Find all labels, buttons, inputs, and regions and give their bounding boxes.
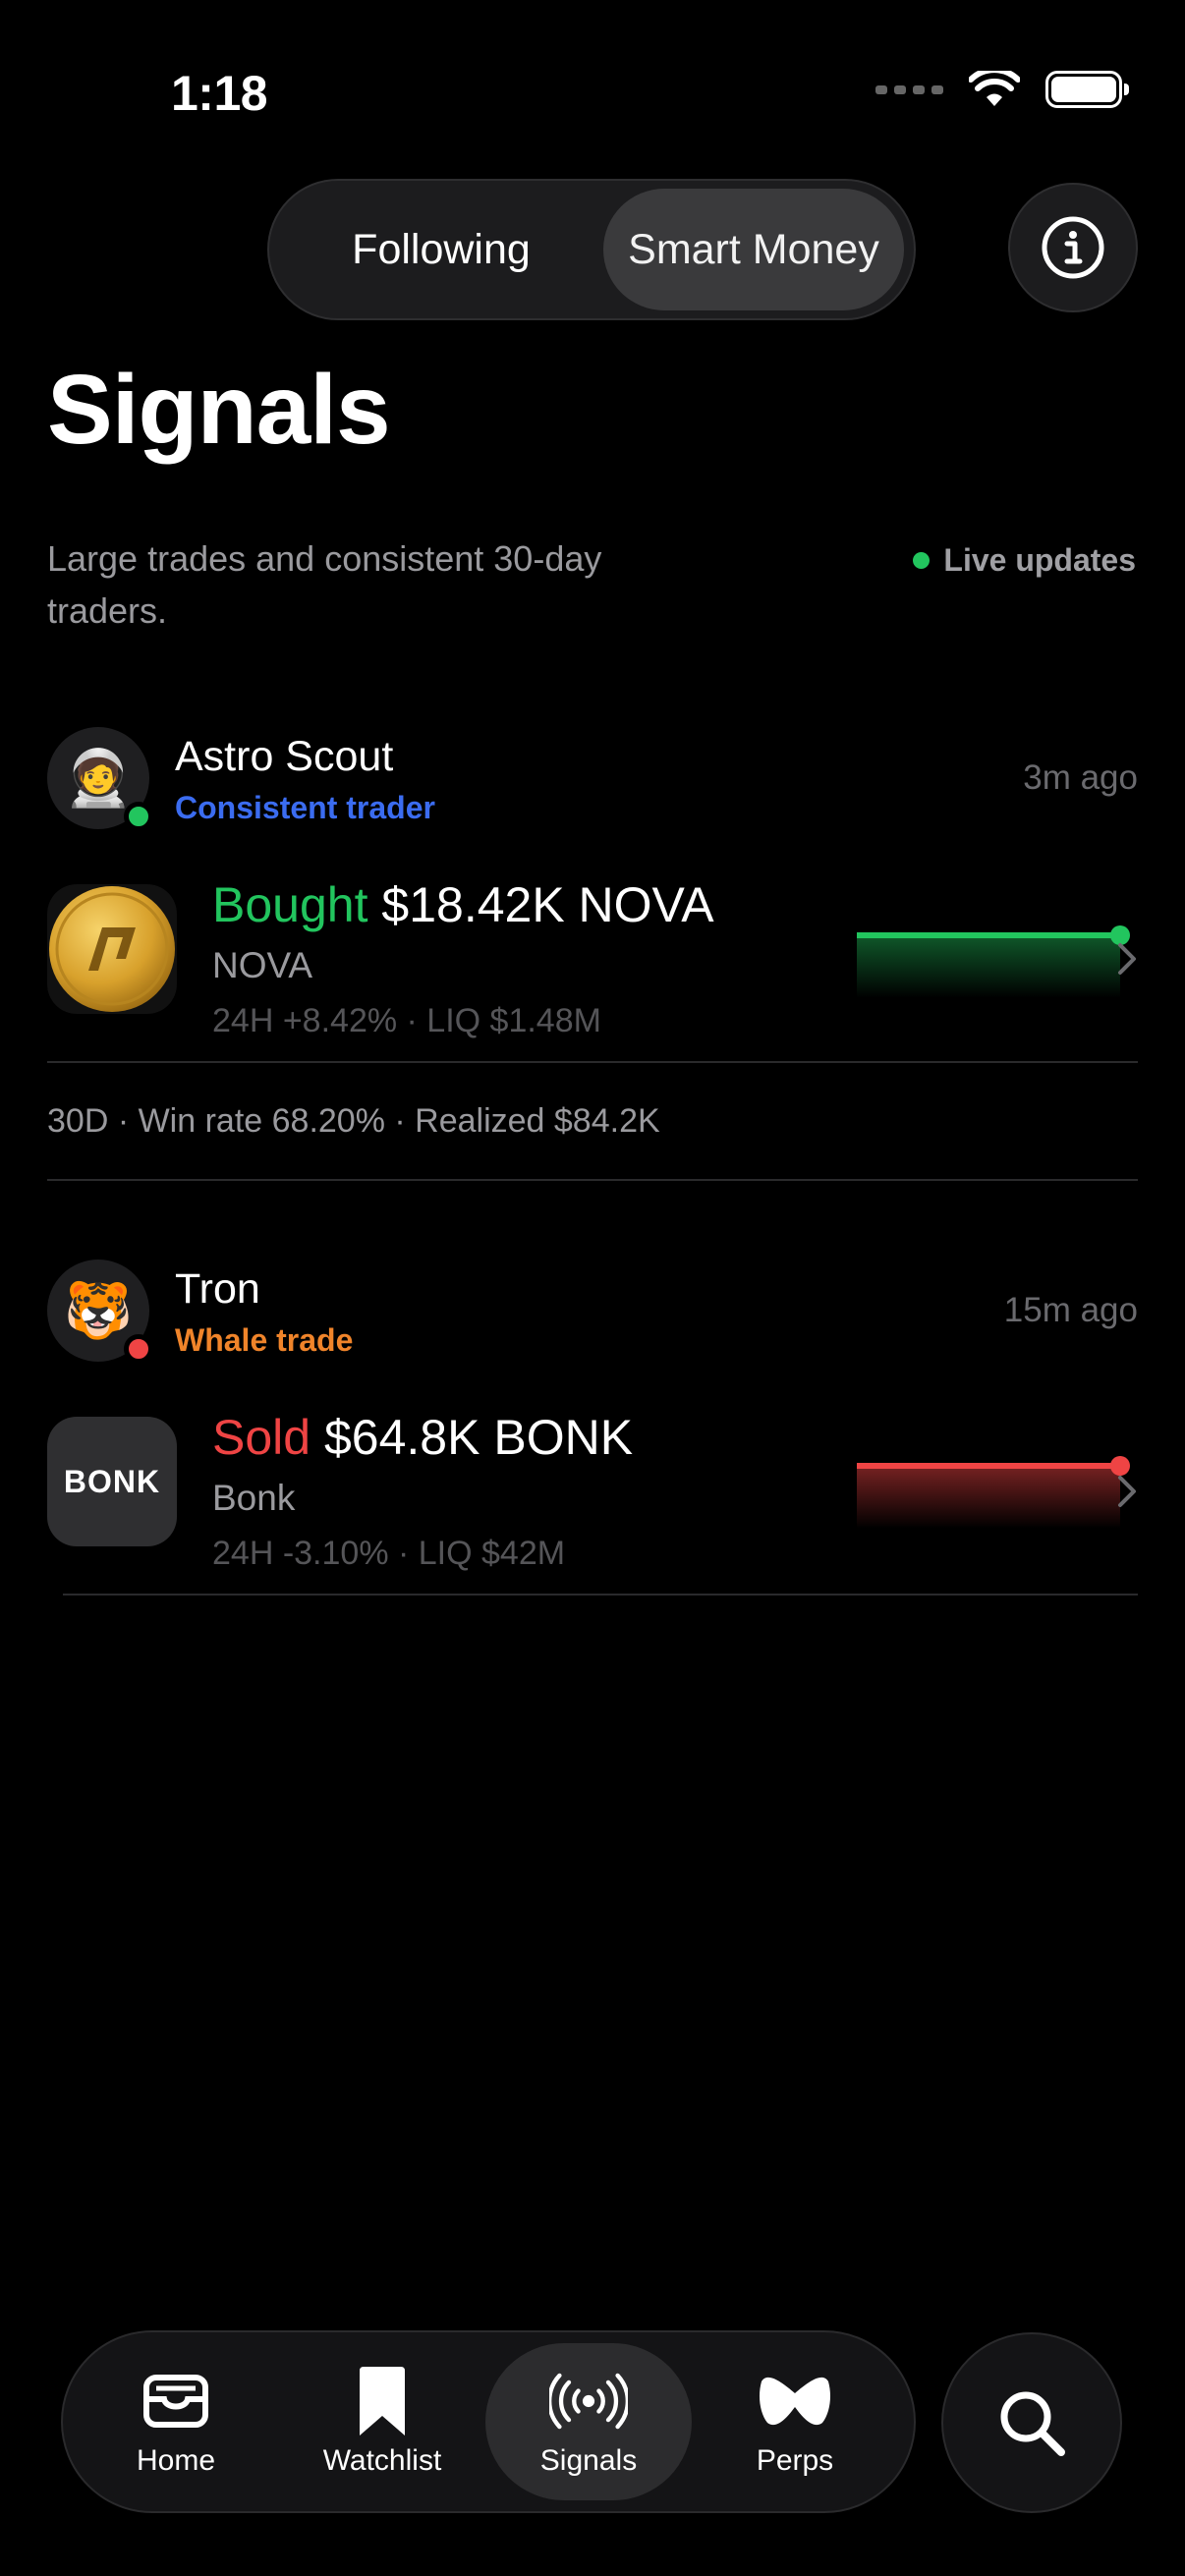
cellular-icon [875, 84, 943, 94]
search-icon [1000, 2391, 1065, 2456]
tab-bar: Home Watchlist Signals Perps [61, 2330, 916, 2513]
chevron-right-icon [1118, 943, 1136, 975]
token-name: NOVA [212, 945, 313, 985]
trade-row[interactable]: BONK Sold $64.8K BONK Bonk 24H -3.10% · … [47, 1368, 1138, 1594]
wifi-icon [969, 71, 1020, 106]
trader-avatar-emoji: 🐯 [64, 1279, 133, 1341]
signal-card: 🧑‍🚀 Astro Scout Consistent trader 3m ago [47, 727, 1138, 1181]
trader-row[interactable]: 🧑‍🚀 Astro Scout Consistent trader 3m ago [47, 727, 1138, 835]
search-button[interactable] [941, 2332, 1122, 2513]
trader-avatar-emoji: 🧑‍🚀 [64, 747, 133, 809]
bookmark-icon [360, 2367, 405, 2436]
nova-token-logo-icon [47, 884, 177, 1014]
tab-home[interactable]: Home [73, 2343, 279, 2500]
token-name: Bonk [212, 1478, 296, 1518]
status-icons [875, 71, 1129, 108]
tab-signals[interactable]: Signals [485, 2343, 692, 2500]
feed-segmented-control: Following Smart Money [267, 179, 916, 320]
trade-summary: Sold $64.8K BONK [212, 1409, 633, 1466]
trader-tag: Whale trade [175, 1322, 354, 1358]
trade-action: Sold [212, 1410, 311, 1465]
chevron-right-icon [1118, 1476, 1136, 1507]
avatar: 🐯 [47, 1260, 153, 1364]
token-stats: 24H -3.10% · LIQ $42M [212, 1535, 566, 1572]
tab-label: Watchlist [322, 2444, 442, 2477]
page-subtitle: Large trades and consistent 30-day trade… [47, 538, 602, 631]
trade-amount: $64.8K BONK [323, 1410, 634, 1465]
page-title: Signals [47, 355, 391, 465]
inbox-icon [143, 2375, 208, 2428]
live-updates-indicator: Live updates [913, 542, 1136, 579]
trader-status-badge [124, 1334, 153, 1364]
trader-name: Tron [175, 1265, 260, 1313]
trade-row[interactable]: Bought $18.42K NOVA NOVA 24H +8.42% · LI… [47, 835, 1138, 1061]
trader-row[interactable]: 🐯 Tron Whale trade 15m ago [47, 1260, 1138, 1368]
trade-amount: $18.42K NOVA [381, 877, 714, 932]
time-ago: 15m ago [1003, 1291, 1138, 1329]
tab-label: Home [136, 2444, 216, 2477]
battery-icon [1045, 71, 1129, 108]
tab-perps[interactable]: Perps [692, 2343, 898, 2500]
trade-summary: Bought $18.42K NOVA [212, 876, 714, 933]
segment-following[interactable]: Following [279, 189, 603, 310]
perps-icon [760, 2377, 830, 2426]
info-button[interactable] [1008, 183, 1138, 312]
segment-smart-money[interactable]: Smart Money [603, 189, 904, 310]
trader-tag: Consistent trader [175, 790, 435, 825]
trader-performance: 30D · Win rate 68.20% · Realized $84.2K [47, 1101, 660, 1140]
divider [47, 1179, 1138, 1181]
trader-status-badge [124, 802, 153, 831]
live-updates-label: Live updates [943, 542, 1136, 578]
tab-label: Signals [539, 2444, 638, 2477]
trader-name: Astro Scout [175, 733, 394, 780]
token-stats: 24H +8.42% · LIQ $1.48M [212, 1002, 601, 1039]
tab-watchlist[interactable]: Watchlist [279, 2343, 485, 2500]
signal-card: 🐯 Tron Whale trade 15m ago BONK Sold $64… [47, 1260, 1138, 1596]
info-icon [1042, 216, 1104, 279]
sparkline [857, 1456, 1130, 1529]
avatar: 🧑‍🚀 [47, 727, 153, 831]
live-dot-icon [913, 552, 931, 569]
signals-screen: 1:18 Following Smart Money Signals Large… [0, 0, 1185, 2576]
sparkline [857, 925, 1130, 998]
divider [63, 1594, 1138, 1596]
trade-action: Bought [212, 877, 368, 932]
tab-label: Perps [756, 2444, 834, 2477]
bonk-token-logo-icon: BONK [47, 1417, 177, 1546]
status-time: 1:18 [171, 66, 268, 121]
broadcast-icon [549, 2373, 628, 2430]
time-ago: 3m ago [1023, 758, 1138, 797]
